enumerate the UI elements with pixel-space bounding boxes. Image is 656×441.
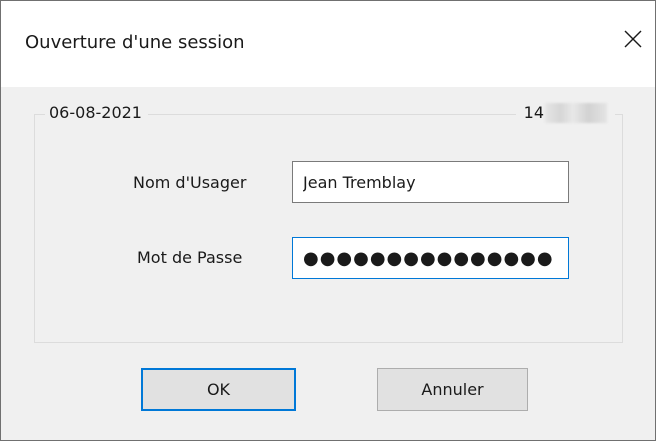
password-input[interactable]	[292, 237, 569, 279]
title-bar: Ouverture d'une session	[1, 1, 655, 87]
login-dialog: Ouverture d'une session 06-08-2021 14 No…	[0, 0, 656, 441]
window-title: Ouverture d'une session	[25, 32, 245, 53]
close-button[interactable]	[611, 17, 655, 61]
session-id-prefix: 14	[523, 103, 544, 122]
username-label: Nom d'Usager	[133, 173, 247, 192]
session-date: 06-08-2021	[45, 97, 148, 129]
password-label: Mot de Passe	[137, 248, 243, 267]
redacted-area	[545, 103, 607, 123]
close-icon	[624, 30, 642, 48]
ok-button[interactable]: OK	[141, 368, 296, 411]
session-group-box	[34, 114, 623, 343]
cancel-button[interactable]: Annuler	[377, 368, 528, 411]
username-input[interactable]	[292, 161, 569, 203]
session-id: 14	[515, 97, 615, 129]
